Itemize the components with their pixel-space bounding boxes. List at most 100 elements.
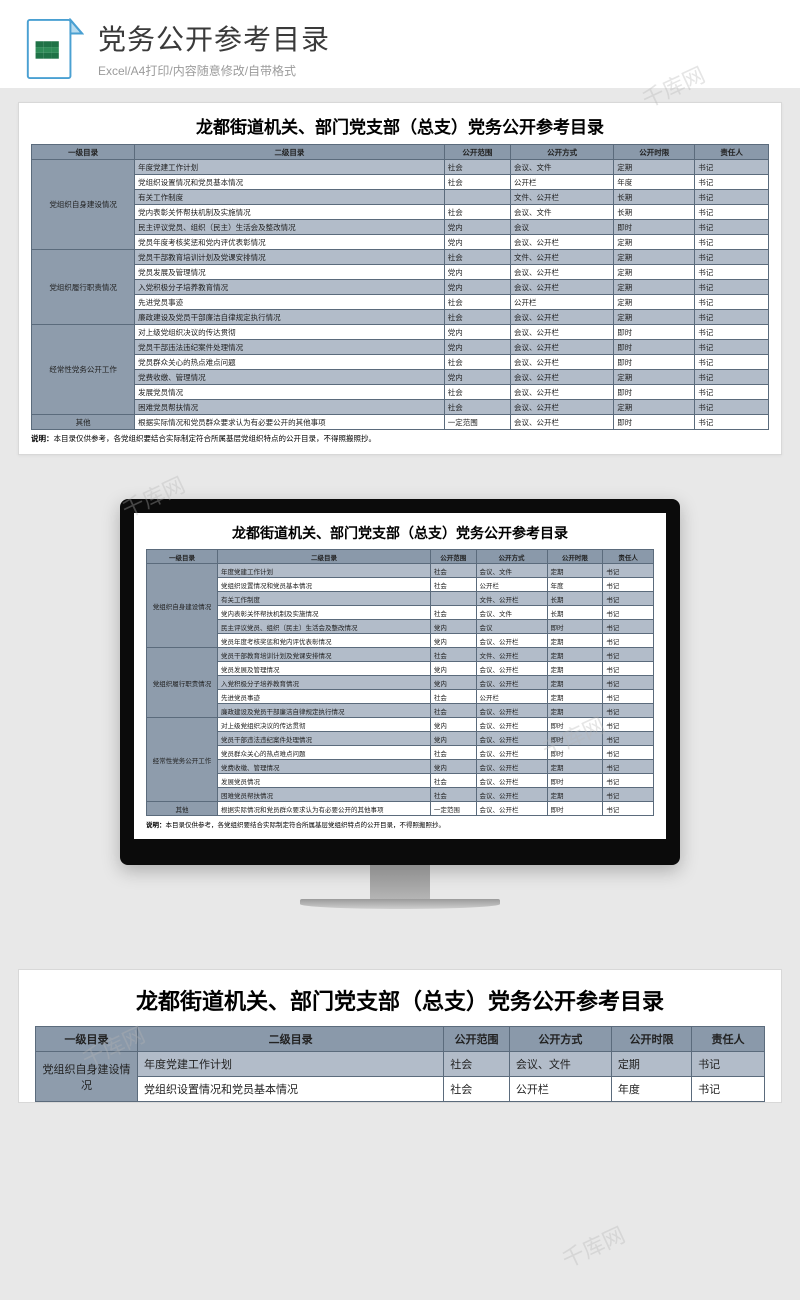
data-cell: 党内 bbox=[430, 662, 476, 676]
data-cell: 定期 bbox=[614, 295, 695, 310]
data-cell: 党员干部教育培训计划及党课安排情况 bbox=[135, 250, 445, 265]
data-cell: 定期 bbox=[547, 760, 603, 774]
data-cell: 根据实际情况和党员群众要求认为有必要公开的其他事项 bbox=[217, 802, 430, 816]
data-cell: 定期 bbox=[614, 250, 695, 265]
data-cell: 年度党建工作计划 bbox=[135, 160, 445, 175]
data-cell: 定期 bbox=[547, 690, 603, 704]
table-row: 有关工作制度文件、公开栏长期书记 bbox=[32, 190, 769, 205]
col-h5: 公开时限 bbox=[611, 1027, 691, 1052]
header-row: 一级目录 二级目录 公开范围 公开方式 公开时限 责任人 bbox=[147, 550, 654, 564]
data-cell: 公开栏 bbox=[511, 175, 614, 190]
table-row: 党组织自身建设情况年度党建工作计划社会会议、文件定期书记 bbox=[36, 1052, 765, 1077]
table-row: 党组织履行职责情况党员干部教育培训计划及党课安排情况社会文件、公开栏定期书记 bbox=[32, 250, 769, 265]
data-cell: 党员干部违法违纪案件处理情况 bbox=[217, 732, 430, 746]
data-cell: 社会 bbox=[430, 774, 476, 788]
data-cell: 定期 bbox=[547, 788, 603, 802]
data-cell: 即时 bbox=[614, 415, 695, 430]
data-cell: 即时 bbox=[614, 355, 695, 370]
table-row: 党员干部违法违纪案件处理情况党内会议、公开栏即时书记 bbox=[32, 340, 769, 355]
data-cell: 会议 bbox=[511, 220, 614, 235]
document-title: 龙都街道机关、部门党支部（总支）党务公开参考目录 bbox=[146, 523, 654, 543]
data-cell: 社会 bbox=[430, 564, 476, 578]
data-cell: 书记 bbox=[695, 250, 769, 265]
monitor-stand-neck bbox=[370, 865, 430, 899]
data-cell: 书记 bbox=[603, 774, 654, 788]
data-cell: 会议、文件 bbox=[476, 564, 547, 578]
data-cell: 公开栏 bbox=[476, 578, 547, 592]
data-cell: 社会 bbox=[444, 160, 510, 175]
data-cell: 会议、公开栏 bbox=[476, 746, 547, 760]
data-cell: 党费收缴、管理情况 bbox=[135, 370, 445, 385]
data-cell: 党内 bbox=[444, 220, 510, 235]
data-cell: 发展党员情况 bbox=[135, 385, 445, 400]
header-row: 一级目录 二级目录 公开范围 公开方式 公开时限 责任人 bbox=[32, 145, 769, 160]
data-cell: 文件、公开栏 bbox=[511, 250, 614, 265]
table-row: 经常性党务公开工作对上级党组织决议的传达贯彻党内会议、公开栏即时书记 bbox=[32, 325, 769, 340]
monitor-area: 龙都街道机关、部门党支部（总支）党务公开参考目录 一级目录 二级目录 公开范围 … bbox=[0, 469, 800, 949]
col-h1: 一级目录 bbox=[36, 1027, 138, 1052]
table-row: 困难党员帮扶情况社会会议、公开栏定期书记 bbox=[147, 788, 654, 802]
data-cell: 党员发展及管理情况 bbox=[135, 265, 445, 280]
table-row: 党组织设置情况和党员基本情况社会公开栏年度书记 bbox=[147, 578, 654, 592]
data-cell: 书记 bbox=[695, 280, 769, 295]
data-cell: 党费收缴、管理情况 bbox=[217, 760, 430, 774]
data-cell: 党内 bbox=[444, 235, 510, 250]
data-cell: 会议、公开栏 bbox=[511, 400, 614, 415]
data-cell: 会议 bbox=[476, 620, 547, 634]
data-cell: 党员干部违法违纪案件处理情况 bbox=[135, 340, 445, 355]
data-cell: 困难党员帮扶情况 bbox=[135, 400, 445, 415]
data-cell: 先进党员事迹 bbox=[135, 295, 445, 310]
data-cell: 困难党员帮扶情况 bbox=[217, 788, 430, 802]
document-note: 说明：本目录仅供参考，各党组织要结合实际制定符合所属基层党组织特点的公开目录，不… bbox=[146, 819, 654, 829]
table-row: 党组织自身建设情况年度党建工作计划社会会议、文件定期书记 bbox=[32, 160, 769, 175]
data-cell: 会议、公开栏 bbox=[511, 340, 614, 355]
data-cell: 党内 bbox=[444, 280, 510, 295]
data-cell: 社会 bbox=[430, 788, 476, 802]
data-cell: 书记 bbox=[695, 400, 769, 415]
table-row: 党员年度考核奖惩和党内评优表彰情况党内会议、公开栏定期书记 bbox=[147, 634, 654, 648]
data-cell: 即时 bbox=[547, 774, 603, 788]
data-cell: 即时 bbox=[547, 718, 603, 732]
data-cell: 书记 bbox=[603, 578, 654, 592]
data-cell: 即时 bbox=[547, 802, 603, 816]
data-cell: 对上级党组织决议的传达贯彻 bbox=[217, 718, 430, 732]
monitor-screen: 龙都街道机关、部门党支部（总支）党务公开参考目录 一级目录 二级目录 公开范围 … bbox=[134, 513, 666, 839]
data-cell: 书记 bbox=[603, 788, 654, 802]
data-cell: 书记 bbox=[695, 385, 769, 400]
table-row: 党组织设置情况和党员基本情况社会公开栏年度书记 bbox=[36, 1077, 765, 1102]
data-cell: 定期 bbox=[614, 310, 695, 325]
data-cell: 入党积极分子培养教育情况 bbox=[217, 676, 430, 690]
data-cell: 会议、公开栏 bbox=[511, 235, 614, 250]
col-h1: 一级目录 bbox=[32, 145, 135, 160]
data-cell: 定期 bbox=[547, 676, 603, 690]
monitor: 龙都街道机关、部门党支部（总支）党务公开参考目录 一级目录 二级目录 公开范围 … bbox=[120, 499, 680, 909]
note-text: 本目录仅供参考，各党组织要结合实际制定符合所属基层党组织特点的公开目录，不得照搬… bbox=[166, 822, 446, 829]
data-cell: 即时 bbox=[547, 620, 603, 634]
data-cell: 公开栏 bbox=[511, 295, 614, 310]
category-cell: 党组织履行职责情况 bbox=[147, 648, 218, 718]
data-cell: 会议、公开栏 bbox=[511, 370, 614, 385]
data-cell: 党员年度考核奖惩和党内评优表彰情况 bbox=[135, 235, 445, 250]
data-cell: 书记 bbox=[603, 676, 654, 690]
data-cell: 社会 bbox=[444, 205, 510, 220]
data-cell: 会议、公开栏 bbox=[511, 280, 614, 295]
data-cell: 定期 bbox=[547, 564, 603, 578]
data-cell: 入党积极分子培养教育情况 bbox=[135, 280, 445, 295]
category-cell: 党组织履行职责情况 bbox=[32, 250, 135, 325]
data-cell: 书记 bbox=[695, 325, 769, 340]
data-cell: 公开栏 bbox=[509, 1077, 611, 1102]
data-cell: 党内 bbox=[444, 340, 510, 355]
data-cell bbox=[430, 592, 476, 606]
monitor-stand-base bbox=[300, 899, 500, 909]
data-cell: 社会 bbox=[430, 746, 476, 760]
data-cell: 会议、公开栏 bbox=[476, 662, 547, 676]
table-row: 廉政建设及党员干部廉洁自律规定执行情况社会会议、公开栏定期书记 bbox=[32, 310, 769, 325]
table-row: 经常性党务公开工作对上级党组织决议的传达贯彻党内会议、公开栏即时书记 bbox=[147, 718, 654, 732]
category-cell: 经常性党务公开工作 bbox=[32, 325, 135, 415]
data-cell: 党内 bbox=[444, 265, 510, 280]
data-cell: 书记 bbox=[695, 310, 769, 325]
data-cell: 书记 bbox=[603, 592, 654, 606]
data-cell: 民主评议党员、组织（民主）生活会及整改情况 bbox=[217, 620, 430, 634]
table-row: 其他根据实际情况和党员群众要求认为有必要公开的其他事项一定范围会议、公开栏即时书… bbox=[32, 415, 769, 430]
data-cell: 定期 bbox=[611, 1052, 691, 1077]
